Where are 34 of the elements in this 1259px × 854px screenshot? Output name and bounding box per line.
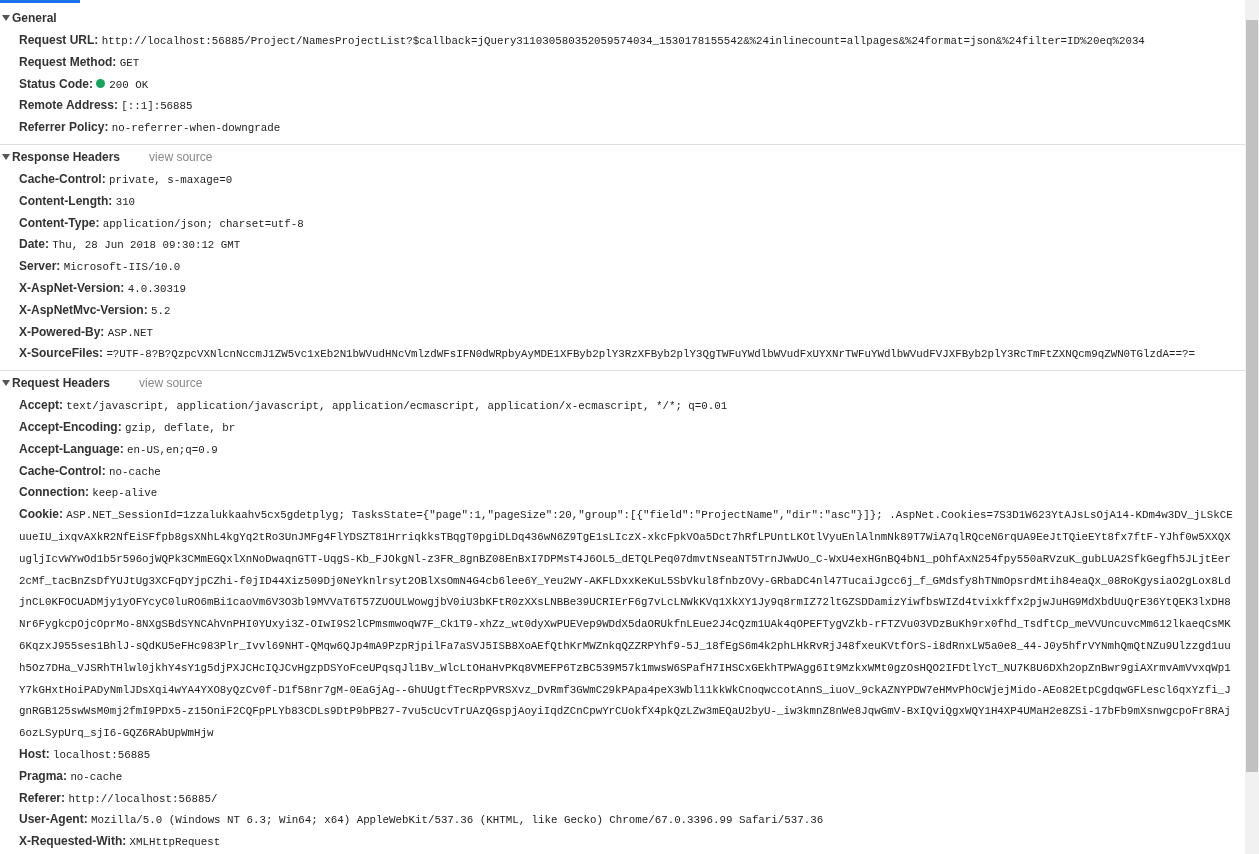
header-entry: Request URL: http://localhost:56885/Project/NamesProjectList?$callback=jQuery311030580352059574034_1530178155542&%24inlinecount=allpages&%24format=json&%24filter=ID%20eq%2034 [19, 33, 1145, 47]
header-entry: Host: localhost:56885 [19, 746, 151, 761]
header-entry: X-AspNetMvc-Version: 5.2 [19, 302, 171, 317]
view-source-link[interactable]: view source [139, 374, 203, 393]
header-entry: Date: Thu, 28 Jun 2018 09:30:12 GMT [19, 237, 241, 252]
header-value: 200 OK [109, 78, 149, 91]
header-entry: Server: Microsoft-IIS/10.0 [19, 259, 181, 274]
header-entry: Request Method: GET [19, 54, 140, 69]
header-entry: Accept-Language: en-US,en;q=0.9 [19, 441, 218, 456]
header-entry: User-Agent: Mozilla/5.0 (Windows NT 6.3; Win64; x64) AppleWebKit/537.36 (KHTML, like Gecko) Chrome/67.0.3396.99 Safari/537.36 [19, 812, 824, 827]
view-source-link[interactable]: view source [149, 148, 213, 166]
header-entry: Cache-Control: no-cache [19, 463, 161, 478]
section-toggle[interactable]: Request Headers [0, 374, 111, 393]
header-entry: X-Requested-With: XMLHttpRequest [19, 834, 221, 849]
caret-down-icon [2, 379, 10, 388]
header-entry: Pragma: no-cache [19, 768, 123, 783]
header-entry: Content-Length: 310 [19, 193, 136, 208]
header-entry: X-Powered-By: ASP.NET [19, 324, 154, 339]
header-entry: Connection: keep-alive [19, 485, 158, 500]
header-entry: Referer: http://localhost:56885/ [19, 790, 218, 805]
header-entry: Content-Type: application/json; charset=utf-8 [19, 215, 304, 230]
header-entry: Remote Address: [::1]:56885 [19, 98, 193, 113]
scrollbar-thumb[interactable] [1246, 20, 1258, 772]
header-name: Status Code: [19, 76, 93, 91]
section-toggle[interactable]: General [0, 9, 57, 27]
header-entry: X-AspNet-Version: 4.0.30319 [19, 280, 187, 295]
header-entry: X-SourceFiles: =?UTF-8?B?QzpcVXNlcnNccmJ1ZW5vc1xEb2N1bWVudHNcVmlzdWFsIFN0dWRpbyAyMDE1XFByb2plY3RzXFByb2plY3QgTWFuYWdlbWVudFxUYXNrTWFuYWdlbWVudFVJXFByb2plY3RcTmFtZXNQcm9qZWN0TGlzdA==?= [19, 346, 1195, 361]
header-entry: Accept: text/javascript, application/javascript, application/ecmascript, application/x-ecmascript, */*; q=0.01 [19, 398, 728, 413]
header-entry: Accept-Encoding: gzip, deflate, br [19, 419, 236, 434]
header-entry: Referrer Policy: no-referrer-when-downgrade [19, 120, 281, 135]
header-entry: Cache-Control: private, s-maxage=0 [19, 172, 233, 186]
caret-down-icon [2, 14, 10, 22]
section-toggle[interactable]: Response Headers [0, 148, 121, 166]
caret-down-icon [2, 153, 10, 161]
